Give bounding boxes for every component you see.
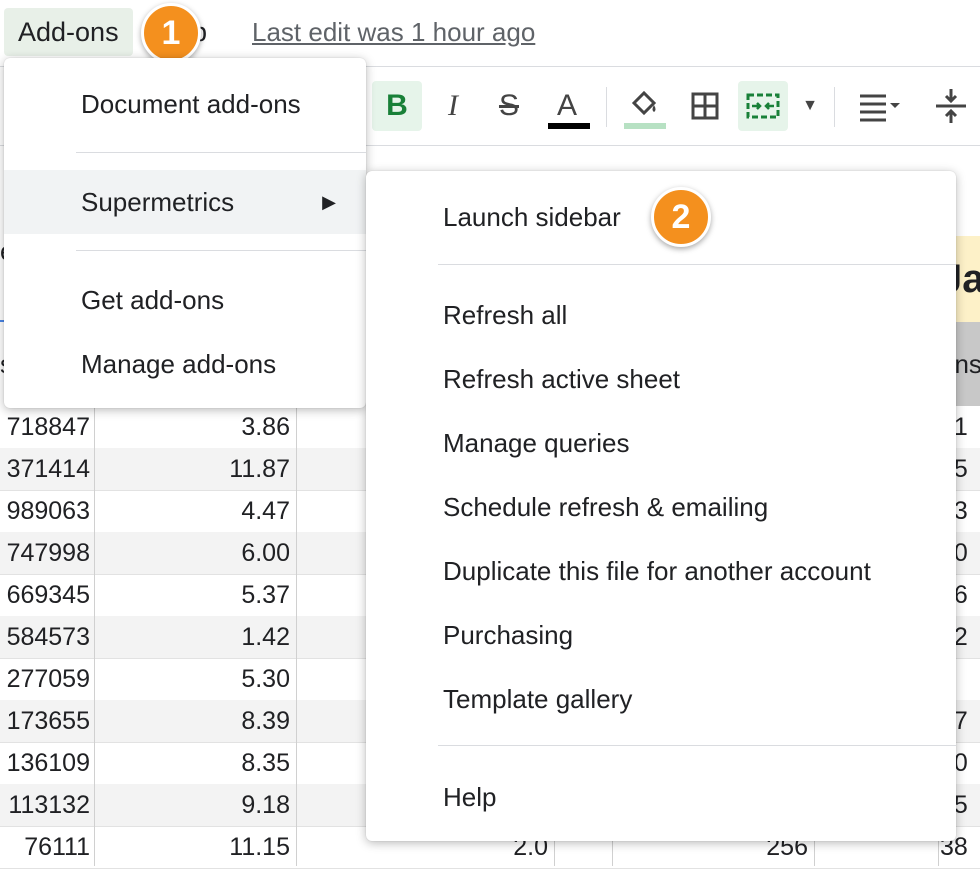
cell[interactable]: 747998 <box>0 532 90 574</box>
bold-button[interactable]: B <box>372 81 422 131</box>
cell[interactable]: 1.42 <box>96 616 290 658</box>
menu-item-manage-queries[interactable]: Manage queries <box>366 413 956 473</box>
menu-item-duplicate-file[interactable]: Duplicate this file for another account <box>366 541 956 601</box>
cell[interactable]: 8.35 <box>96 742 290 784</box>
toolbar-divider <box>834 87 835 127</box>
align-left-icon <box>860 94 900 122</box>
menu-item-refresh-active-sheet[interactable]: Refresh active sheet <box>366 349 956 409</box>
menu-item-label: Launch sidebar <box>443 202 621 232</box>
submenu-arrow-icon: ▶ <box>322 192 336 212</box>
menu-item-manage-addons[interactable]: Manage add-ons <box>4 334 366 394</box>
merge-cells-button[interactable] <box>738 81 788 131</box>
text-color-letter: A <box>556 89 577 122</box>
cell[interactable]: 76111 <box>0 826 90 868</box>
cell[interactable]: 11.87 <box>96 448 290 490</box>
menu-item-supermetrics[interactable]: Supermetrics ▶ <box>4 170 366 234</box>
cell[interactable]: 6.00 <box>96 532 290 574</box>
menu-item-label: Document add-ons <box>81 89 301 119</box>
cell[interactable]: 5.30 <box>96 658 290 700</box>
menu-separator <box>76 152 366 153</box>
menu-item-document-addons[interactable]: Document add-ons <box>4 74 366 134</box>
italic-button[interactable]: I <box>428 81 478 131</box>
borders-icon <box>691 92 719 120</box>
menu-item-label: Get add-ons <box>81 285 225 315</box>
paint-bucket-icon <box>624 90 666 129</box>
merge-dropdown-chevron-down-icon[interactable]: ▼ <box>796 81 824 131</box>
menu-item-template-gallery[interactable]: Template gallery <box>366 669 956 729</box>
column-divider <box>94 406 95 866</box>
text-color-button[interactable]: A <box>542 81 592 131</box>
menu-item-label: Schedule refresh & emailing <box>443 492 769 522</box>
menu-separator <box>438 264 956 265</box>
menu-item-label: Refresh all <box>443 300 568 330</box>
toolbar-divider <box>606 87 607 127</box>
menu-item-label: Supermetrics <box>81 187 235 217</box>
step-badge-1: 1 <box>141 3 201 63</box>
cell[interactable]: 11.15 <box>96 826 290 868</box>
menu-item-label: Duplicate this file for another account <box>443 556 871 586</box>
menu-item-get-addons[interactable]: Get add-ons <box>4 270 366 330</box>
last-edit-link[interactable]: Last edit was 1 hour ago <box>252 8 535 56</box>
cell[interactable]: 584573 <box>0 616 90 658</box>
borders-button[interactable] <box>680 81 730 131</box>
menu-item-help[interactable]: Help <box>366 767 956 827</box>
step-badge-2: 2 <box>651 187 711 247</box>
cell[interactable]: 371414 <box>0 448 90 490</box>
cell[interactable]: 989063 <box>0 490 90 532</box>
menu-item-label: Manage add-ons <box>81 349 277 379</box>
addons-menu: Document add-ons Supermetrics ▶ Get add-… <box>4 58 366 408</box>
menu-item-label: Help <box>443 782 497 812</box>
cell[interactable]: 277059 <box>0 658 90 700</box>
menu-item-label: Template gallery <box>443 684 633 714</box>
menu-item-label: Manage queries <box>443 428 630 458</box>
menu-bar: Add-ons p Last edit was 1 hour ago 1 <box>0 0 980 66</box>
cell[interactable]: 8.39 <box>96 700 290 742</box>
vertical-align-icon <box>936 89 966 123</box>
align-button[interactable] <box>852 81 902 131</box>
cell[interactable]: 3.86 <box>96 406 290 448</box>
vertical-align-button[interactable] <box>926 81 976 131</box>
column-divider <box>296 406 297 866</box>
menu-item-refresh-all[interactable]: Refresh all <box>366 285 956 345</box>
cell[interactable]: 718847 <box>0 406 90 448</box>
cell[interactable]: 113132 <box>0 784 90 826</box>
cell[interactable]: 4.47 <box>96 490 290 532</box>
cell[interactable]: 669345 <box>0 574 90 616</box>
supermetrics-submenu: Launch sidebar Refresh all Refresh activ… <box>366 171 956 841</box>
menu-item-label: Purchasing <box>443 620 574 650</box>
menu-addons[interactable]: Add-ons <box>4 8 133 56</box>
menu-item-purchasing[interactable]: Purchasing <box>366 605 956 665</box>
fill-color-button[interactable] <box>620 81 670 131</box>
cell[interactable]: 136109 <box>0 742 90 784</box>
cell[interactable]: 5.37 <box>96 574 290 616</box>
merge-cells-icon <box>746 93 780 119</box>
cell[interactable]: 173655 <box>0 700 90 742</box>
menu-separator <box>76 250 366 251</box>
menu-item-label: Refresh active sheet <box>443 364 681 394</box>
menu-item-schedule-refresh[interactable]: Schedule refresh & emailing <box>366 477 956 537</box>
strikethrough-button[interactable]: S <box>484 81 534 131</box>
text-color-bar <box>548 123 590 129</box>
menu-separator <box>438 745 956 746</box>
cell[interactable]: 9.18 <box>96 784 290 826</box>
